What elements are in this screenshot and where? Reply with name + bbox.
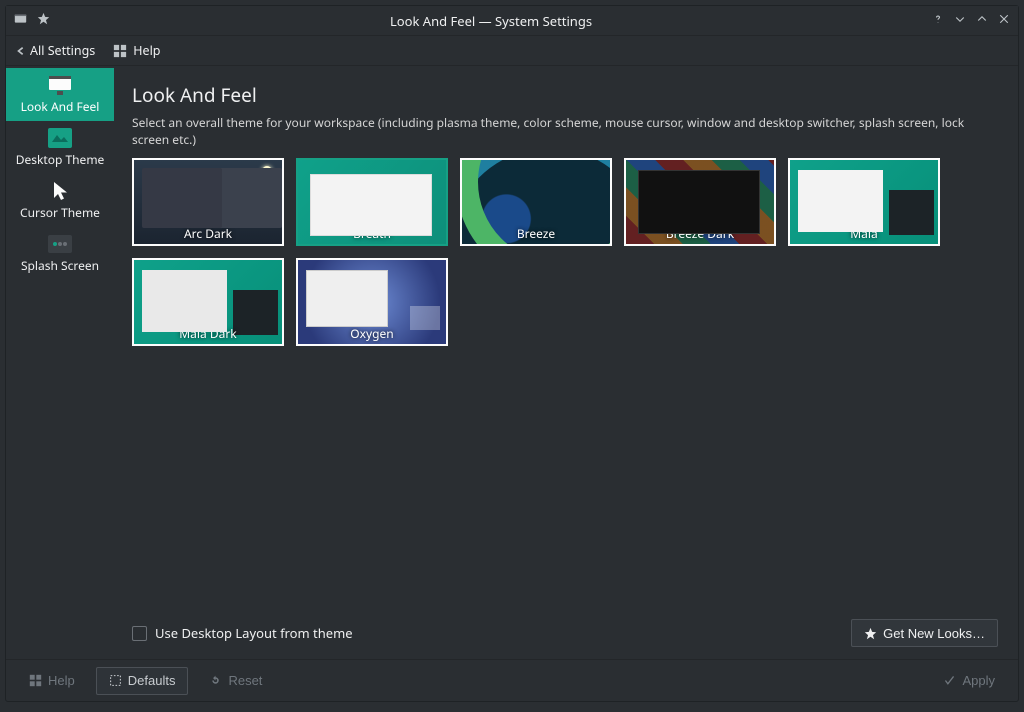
checkbox-icon [132, 626, 147, 641]
all-settings-link[interactable]: All Settings [16, 42, 95, 59]
all-settings-label: All Settings [30, 42, 95, 59]
page-description: Select an overall theme for your workspa… [132, 114, 998, 148]
theme-grid: Arc Dark Breath Breeze Breeze Dark Maia [132, 158, 998, 346]
app-icon [14, 12, 27, 29]
maximize-icon[interactable] [976, 12, 988, 29]
theme-breath[interactable]: Breath [296, 158, 448, 246]
sidebar-item-splash-screen[interactable]: Splash Screen [6, 227, 114, 280]
toolbar-help-button[interactable]: Help [113, 42, 160, 59]
sidebar-item-desktop-theme[interactable]: Desktop Theme [6, 121, 114, 174]
theme-icon [47, 127, 73, 149]
use-desktop-layout-checkbox[interactable]: Use Desktop Layout from theme [132, 624, 353, 642]
theme-breeze-dark[interactable]: Breeze Dark [624, 158, 776, 246]
theme-label: Breath [298, 225, 446, 242]
theme-label: Maia Dark [134, 325, 282, 342]
toolbar-help-label: Help [133, 42, 160, 59]
theme-label: Breeze [462, 225, 610, 242]
cursor-icon [47, 180, 73, 202]
sidebar-item-label: Look And Feel [21, 98, 100, 115]
theme-maia[interactable]: Maia [788, 158, 940, 246]
page-title: Look And Feel [132, 82, 998, 108]
reset-button: Reset [196, 667, 275, 695]
theme-label: Arc Dark [134, 225, 282, 242]
sidebar-item-label: Cursor Theme [20, 204, 100, 221]
toolbar: All Settings Help [6, 36, 1018, 66]
get-new-looks-button[interactable]: Get New Looks… [851, 619, 998, 647]
window-title: Look And Feel — System Settings [50, 12, 932, 30]
theme-oxygen[interactable]: Oxygen [296, 258, 448, 346]
theme-breeze[interactable]: Breeze [460, 158, 612, 246]
sidebar-item-look-and-feel[interactable]: Look And Feel [6, 68, 114, 121]
footer-help-label: Help [48, 673, 75, 688]
defaults-button[interactable]: Defaults [96, 667, 189, 695]
get-new-looks-label: Get New Looks… [883, 626, 985, 641]
minimize-icon[interactable] [954, 12, 966, 29]
theme-label: Oxygen [298, 325, 446, 342]
theme-label: Breeze Dark [626, 225, 774, 242]
sidebar-item-label: Splash Screen [21, 257, 99, 274]
reset-label: Reset [228, 673, 262, 688]
titlebar: Look And Feel — System Settings [6, 6, 1018, 36]
pin-icon[interactable] [37, 12, 50, 29]
footer: Help Defaults Reset Apply [6, 659, 1018, 701]
help-icon[interactable] [932, 12, 944, 29]
content: Look And Feel Select an overall theme fo… [114, 66, 1018, 659]
close-icon[interactable] [998, 12, 1010, 29]
sidebar-item-label: Desktop Theme [16, 151, 105, 168]
sidebar-item-cursor-theme[interactable]: Cursor Theme [6, 174, 114, 227]
apply-label: Apply [962, 673, 995, 688]
monitor-icon [47, 74, 73, 96]
sidebar: Look And Feel Desktop Theme Cursor Theme… [6, 66, 114, 659]
defaults-label: Defaults [128, 673, 176, 688]
theme-label: Maia [790, 225, 938, 242]
apply-button: Apply [930, 667, 1008, 695]
footer-help-button[interactable]: Help [16, 667, 88, 695]
theme-maia-dark[interactable]: Maia Dark [132, 258, 284, 346]
checkbox-label: Use Desktop Layout from theme [155, 624, 353, 642]
theme-arc-dark[interactable]: Arc Dark [132, 158, 284, 246]
splash-icon [47, 233, 73, 255]
